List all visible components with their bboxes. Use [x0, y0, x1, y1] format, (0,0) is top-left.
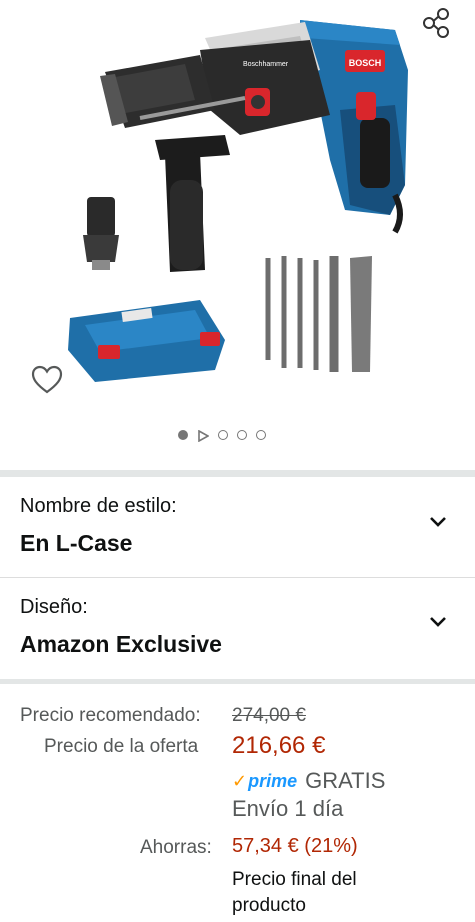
share-icon[interactable] — [420, 6, 454, 40]
free-shipping-text: GRATIS — [305, 768, 386, 793]
carousel-dot[interactable] — [237, 430, 247, 440]
style-name-selector[interactable]: Nombre de estilo: En L-Case — [0, 477, 475, 577]
chevron-down-icon[interactable] — [428, 615, 448, 629]
price-block: Precio recomendado: 274,00 € Precio de l… — [0, 690, 475, 922]
spare-chuck-image — [83, 197, 119, 270]
drill-bits-image — [265, 256, 372, 372]
delivery-time: Envío 1 día — [232, 796, 344, 821]
style-name-value: En L-Case — [20, 530, 133, 556]
list-price-label: Precio recomendado: — [20, 705, 201, 726]
design-label: Diseño: — [20, 596, 88, 618]
product-image-gallery[interactable]: BOSCH Boschhammer — [0, 0, 475, 470]
prime-shipping[interactable]: ✓ prime GRATIS — [232, 768, 385, 794]
offer-price-value: 216,66 € — [232, 732, 326, 759]
final-price-note: Precio final del producto — [232, 869, 357, 916]
video-play-icon[interactable] — [197, 429, 210, 443]
check-icon: ✓ — [232, 770, 248, 791]
chevron-down-icon[interactable] — [428, 515, 448, 529]
offer-price-label: Precio de la oferta — [44, 736, 199, 757]
savings-label: Ahorras: — [140, 837, 212, 858]
list-price-value: 274,00 € — [232, 705, 306, 726]
product-image[interactable]: BOSCH Boschhammer — [0, 0, 475, 420]
carousel-indicators[interactable] — [178, 429, 266, 443]
prime-logo: ✓ prime — [232, 770, 298, 791]
design-value: Amazon Exclusive — [20, 631, 222, 657]
design-selector[interactable]: Diseño: Amazon Exclusive — [0, 578, 475, 678]
rotary-hammer-drill-image: BOSCH Boschhammer — [100, 20, 408, 272]
carousel-dot[interactable] — [256, 430, 266, 440]
carousel-dot[interactable] — [218, 430, 228, 440]
section-divider — [0, 679, 475, 684]
svg-text:BOSCH: BOSCH — [349, 58, 382, 68]
svg-text:Boschhammer: Boschhammer — [243, 61, 289, 68]
carrying-case-image — [68, 300, 225, 382]
carousel-dot-active[interactable] — [178, 430, 188, 440]
heart-outline-icon[interactable] — [30, 364, 64, 396]
style-name-label: Nombre de estilo: — [20, 495, 177, 517]
savings-value: 57,34 € (21%) — [232, 835, 358, 857]
section-divider — [0, 470, 475, 477]
